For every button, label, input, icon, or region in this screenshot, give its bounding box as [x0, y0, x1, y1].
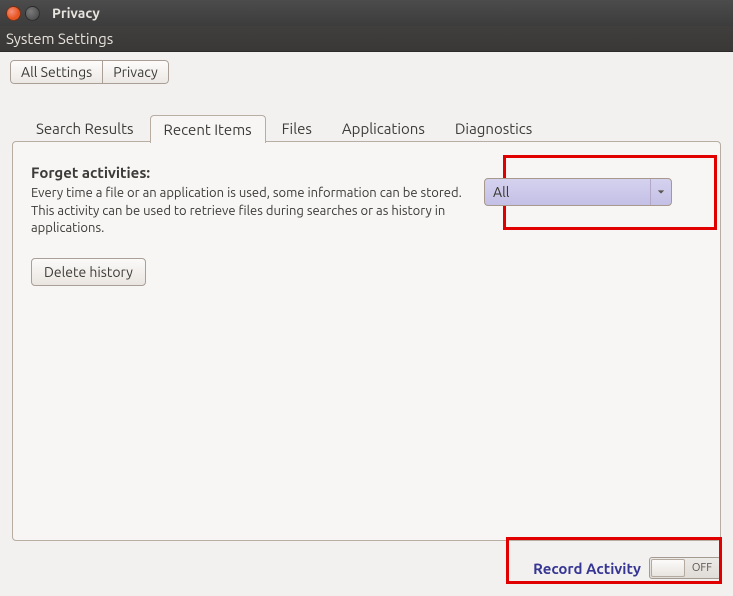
tab-panel-recent-items: Forget activities: Every time a file or …: [12, 141, 721, 541]
tabs-bar: Search Results Recent Items Files Applic…: [12, 114, 721, 142]
window-titlebar: Privacy: [0, 0, 733, 26]
panel-content-row: Forget activities: Every time a file or …: [31, 164, 702, 286]
switch-state-label: OFF: [692, 562, 712, 574]
footer-row: Record Activity OFF: [12, 553, 721, 583]
delete-history-button[interactable]: Delete history: [31, 258, 146, 286]
window-close-icon[interactable]: [6, 6, 21, 21]
record-activity-switch[interactable]: OFF: [649, 557, 721, 579]
chevron-down-icon: [650, 179, 665, 205]
breadcrumb-toolbar: All Settings Privacy: [0, 52, 733, 84]
forget-activities-heading: Forget activities:: [31, 164, 470, 181]
forget-activities-description: Every time a file or an application is u…: [31, 185, 470, 238]
record-activity-label: Record Activity: [533, 560, 641, 577]
dropdown-selected-label: All: [493, 184, 509, 200]
tab-diagnostics[interactable]: Diagnostics: [441, 114, 546, 142]
tab-applications[interactable]: Applications: [328, 114, 439, 142]
subheader-bar: System Settings: [0, 26, 733, 52]
switch-knob: [651, 559, 685, 577]
panel-left-column: Forget activities: Every time a file or …: [31, 164, 484, 286]
window-minimize-icon[interactable]: [25, 6, 40, 21]
subheader-title: System Settings: [6, 30, 113, 47]
forget-scope-dropdown[interactable]: All: [484, 178, 672, 206]
tab-recent-items[interactable]: Recent Items: [150, 115, 266, 143]
window-title: Privacy: [52, 5, 100, 21]
breadcrumb-privacy[interactable]: Privacy: [103, 60, 168, 84]
tabs-region: Search Results Recent Items Files Applic…: [12, 114, 721, 541]
breadcrumb: All Settings Privacy: [10, 60, 169, 84]
tab-search-results[interactable]: Search Results: [22, 114, 148, 142]
panel-right-column: All: [484, 164, 702, 286]
breadcrumb-all-settings[interactable]: All Settings: [10, 60, 103, 84]
tab-files[interactable]: Files: [268, 114, 326, 142]
